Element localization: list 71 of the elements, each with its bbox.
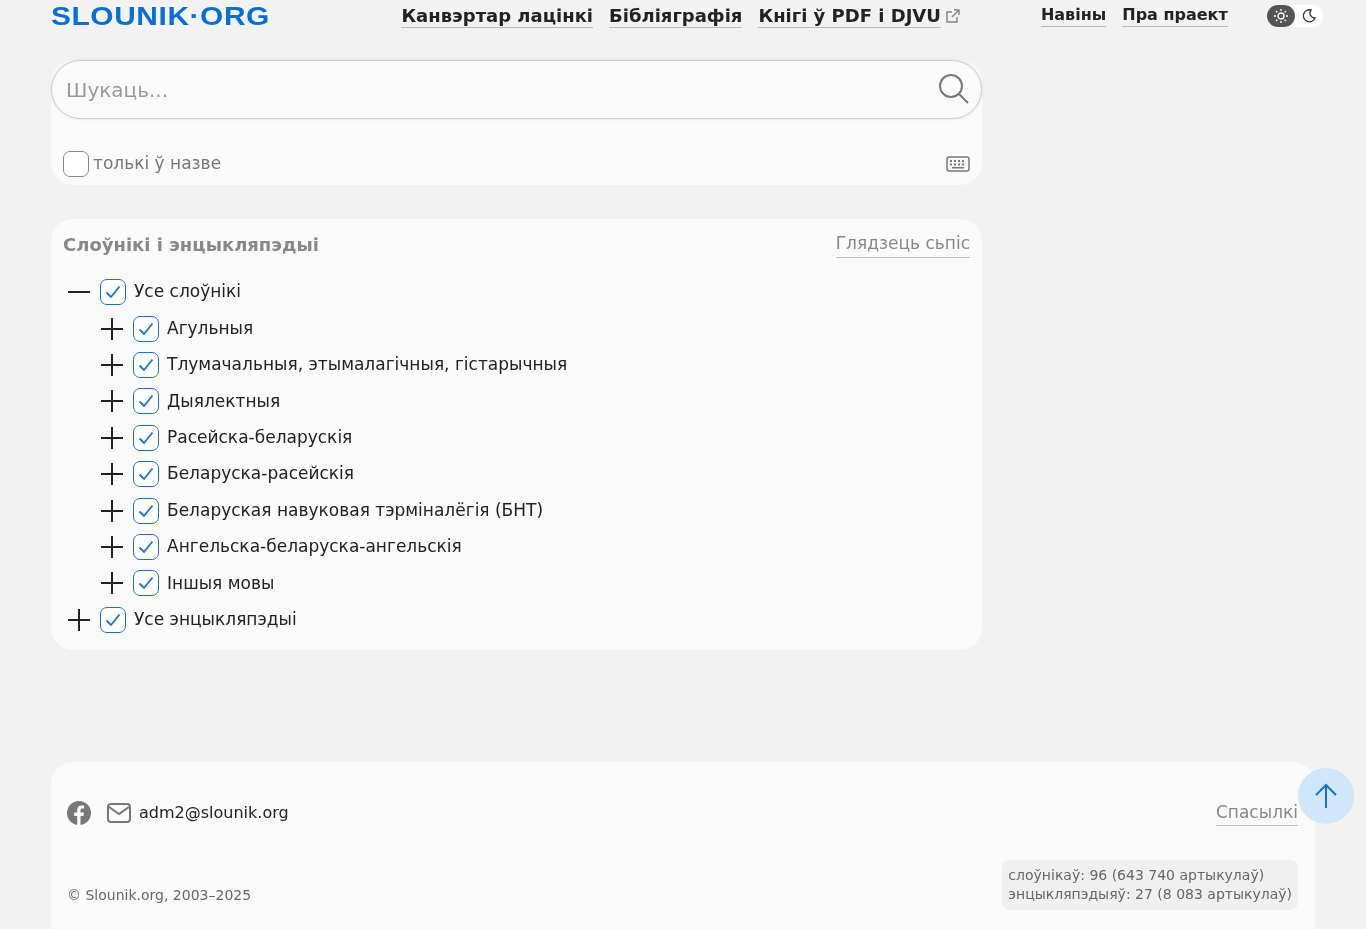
nav-link[interactable]: Пра праект bbox=[1122, 5, 1228, 27]
tree-item-label[interactable]: Іншыя мовы bbox=[167, 570, 275, 597]
plus-icon bbox=[101, 353, 123, 376]
checkbox[interactable] bbox=[133, 351, 159, 378]
tree-item-label[interactable]: Тлумачальныя, этымалагічныя, гістарычныя bbox=[167, 352, 568, 378]
checkbox[interactable] bbox=[133, 497, 159, 524]
nav-link[interactable]: Кнігі ў PDF і DJVU bbox=[758, 3, 941, 29]
copyright: © Slounik.org, 2003–2025 bbox=[67, 886, 252, 906]
tree-item-label[interactable]: Агульныя bbox=[167, 315, 254, 342]
email-link[interactable]: adm2@slounik.org bbox=[139, 801, 289, 826]
tree-item-label[interactable]: Беларуска-расейскія bbox=[167, 461, 355, 487]
expand-toggle[interactable] bbox=[99, 351, 125, 378]
plus-icon bbox=[101, 463, 123, 486]
sun-icon bbox=[1274, 9, 1288, 23]
checkbox[interactable] bbox=[133, 533, 159, 560]
checkbox[interactable] bbox=[133, 424, 159, 451]
checkbox[interactable] bbox=[133, 461, 159, 488]
tree-item-label[interactable]: Усе энцыкляпэдыі bbox=[134, 606, 297, 633]
nav-link[interactable]: Бібліяграфія bbox=[609, 3, 743, 29]
check-icon bbox=[138, 357, 154, 372]
search-icon[interactable] bbox=[938, 73, 970, 105]
moon-icon bbox=[1302, 9, 1316, 23]
check-icon bbox=[138, 430, 154, 445]
plus-icon bbox=[101, 426, 123, 449]
tree-item-label[interactable]: Усе слоўнікі bbox=[134, 279, 242, 305]
checkbox[interactable] bbox=[100, 606, 126, 633]
keyboard-icon[interactable] bbox=[946, 156, 970, 172]
expand-toggle[interactable] bbox=[99, 461, 125, 488]
expand-toggle[interactable] bbox=[99, 497, 125, 524]
check-icon bbox=[138, 321, 154, 336]
links-link[interactable]: Спасылкі bbox=[1215, 799, 1298, 827]
plus-icon bbox=[101, 317, 123, 340]
stats-box: слоўнікаў: 96 (643 740 артыкулаў) энцыкляпэдыяў: 27 (8 083 артыкулаў) bbox=[1002, 860, 1298, 911]
plus-icon bbox=[101, 390, 123, 413]
check-icon bbox=[105, 285, 121, 300]
expand-toggle[interactable] bbox=[99, 388, 125, 415]
checkbox[interactable] bbox=[133, 388, 159, 415]
checkbox[interactable] bbox=[100, 279, 126, 306]
expand-toggle[interactable] bbox=[66, 606, 92, 633]
tree-item-label[interactable]: Ангельска-беларуска-ангельскія bbox=[167, 534, 462, 560]
facebook-icon[interactable] bbox=[67, 801, 91, 826]
plus-icon bbox=[68, 608, 90, 631]
tree-item-label[interactable]: Расейска-беларускія bbox=[167, 425, 353, 451]
logo[interactable]: SLOUNIK·ORG bbox=[51, 3, 270, 29]
plus-icon bbox=[101, 572, 123, 595]
nav-link[interactable]: Канвэртар лацінкі bbox=[401, 3, 594, 29]
tree-item-label[interactable]: Дыялектныя bbox=[167, 388, 281, 415]
arrow-up-icon bbox=[1314, 782, 1338, 809]
checkbox-label: толькі ў назве bbox=[93, 152, 222, 176]
nav-link[interactable]: Навіны bbox=[1040, 5, 1107, 27]
check-icon bbox=[138, 539, 154, 554]
check-icon bbox=[138, 394, 154, 409]
check-icon bbox=[105, 612, 121, 627]
tree-item-label[interactable]: Беларуская навуковая тэрміналёгія (БНТ) bbox=[167, 497, 544, 524]
check-icon bbox=[138, 576, 154, 591]
section-title: Слоўнікі і энцыкляпэдыі bbox=[63, 233, 319, 257]
expand-toggle[interactable] bbox=[99, 315, 125, 342]
search-field[interactable]: Шукаць... bbox=[51, 60, 982, 119]
expand-toggle[interactable] bbox=[99, 533, 125, 560]
plus-icon bbox=[101, 499, 123, 522]
check-icon bbox=[138, 503, 154, 518]
theme-toggle[interactable] bbox=[1267, 5, 1295, 27]
checkbox[interactable] bbox=[63, 151, 89, 177]
checkbox[interactable] bbox=[133, 570, 159, 597]
minus-icon bbox=[68, 291, 90, 294]
expand-toggle[interactable] bbox=[99, 424, 125, 451]
mail-icon[interactable] bbox=[107, 803, 131, 824]
expand-toggle[interactable] bbox=[99, 570, 125, 597]
plus-icon bbox=[101, 535, 123, 558]
check-icon bbox=[138, 467, 154, 482]
checkbox[interactable] bbox=[133, 315, 159, 342]
